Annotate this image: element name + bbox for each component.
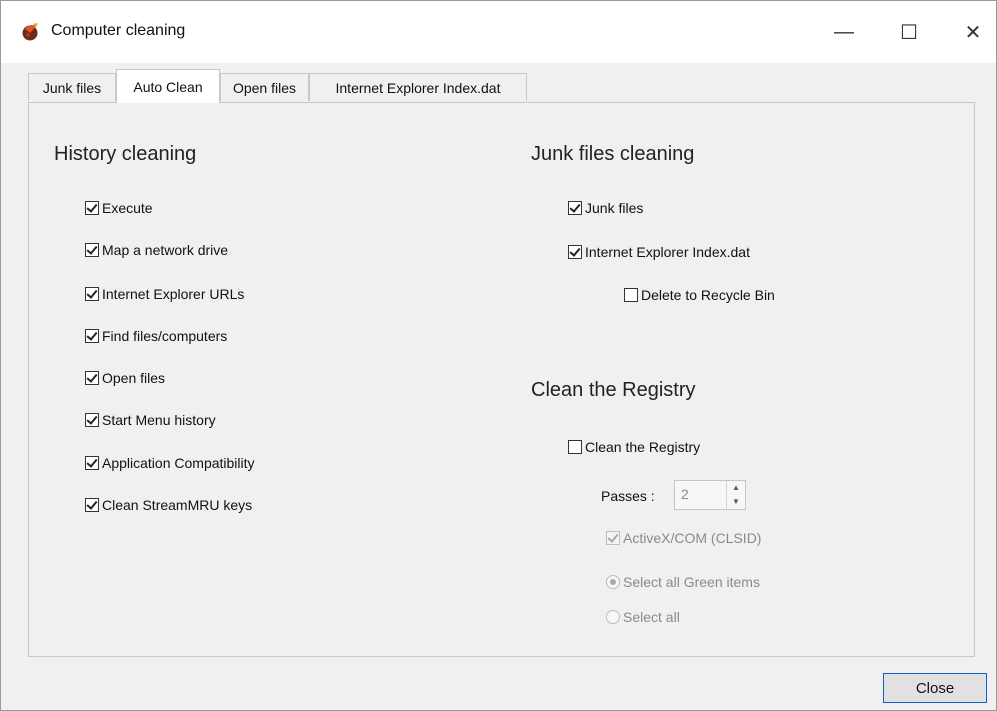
checkbox-app-compatibility[interactable]: Application Compatibility xyxy=(85,455,255,471)
checkbox-label: ActiveX/COM (CLSID) xyxy=(623,530,762,546)
checkbox-box[interactable] xyxy=(85,413,99,427)
tab-junk-files[interactable]: Junk files xyxy=(28,73,116,101)
passes-spinner[interactable]: 2 ▲ ▼ xyxy=(674,480,746,510)
passes-value[interactable]: 2 xyxy=(681,486,689,502)
checkbox-box[interactable] xyxy=(568,440,582,454)
checkbox-label: Application Compatibility xyxy=(102,455,255,471)
checkbox-ie-index-dat[interactable]: Internet Explorer Index.dat xyxy=(568,244,750,260)
app-icon xyxy=(22,23,38,41)
checkbox-box[interactable] xyxy=(85,498,99,512)
checkbox-label: Open files xyxy=(102,370,166,386)
auto-clean-panel xyxy=(28,102,975,657)
checkbox-box[interactable] xyxy=(568,201,582,215)
checkbox-open-files[interactable]: Open files xyxy=(85,370,165,386)
checkbox-activex-com[interactable]: ActiveX/COM (CLSID) xyxy=(606,530,761,546)
checkbox-ie-urls[interactable]: Internet Explorer URLs xyxy=(85,286,244,302)
tab-ie-index-dat[interactable]: Internet Explorer Index.dat xyxy=(309,73,527,101)
checkbox-streammru[interactable]: Clean StreamMRU keys xyxy=(85,497,252,513)
tab-auto-clean[interactable]: Auto Clean xyxy=(116,69,220,103)
checkbox-execute[interactable]: Execute xyxy=(85,200,153,216)
checkbox-box[interactable] xyxy=(606,531,620,545)
checkbox-box[interactable] xyxy=(85,287,99,301)
checkbox-label: Map a network drive xyxy=(102,242,229,258)
radio-select-green[interactable]: Select all Green items xyxy=(606,574,760,590)
radio-button[interactable] xyxy=(606,610,620,624)
checkbox-delete-recycle-bin[interactable]: Delete to Recycle Bin xyxy=(624,287,775,303)
close-icon: ✕ xyxy=(964,21,982,44)
checkbox-label: Execute xyxy=(102,200,153,216)
minimize-icon: — xyxy=(834,20,854,43)
tab-open-files[interactable]: Open files xyxy=(220,73,309,101)
checkbox-box[interactable] xyxy=(85,329,99,343)
checkbox-start-menu-history[interactable]: Start Menu history xyxy=(85,412,216,428)
checkbox-label: Find files/computers xyxy=(102,328,228,344)
title-bar[interactable]: Computer cleaning — ☐ ✕ xyxy=(1,1,996,63)
checkbox-box[interactable] xyxy=(568,245,582,259)
close-window-button[interactable]: ✕ xyxy=(950,15,996,49)
maximize-icon: ☐ xyxy=(900,21,918,44)
checkbox-label: Clean the Registry xyxy=(585,439,701,455)
spin-down-icon[interactable]: ▼ xyxy=(726,495,745,509)
passes-label: Passes : xyxy=(601,488,655,504)
checkbox-junk-files[interactable]: Junk files xyxy=(568,200,643,216)
junk-cleaning-heading: Junk files cleaning xyxy=(531,143,695,165)
history-cleaning-heading: History cleaning xyxy=(54,143,197,165)
checkbox-find-files[interactable]: Find files/computers xyxy=(85,328,227,344)
checkbox-box[interactable] xyxy=(85,371,99,385)
checkbox-box[interactable] xyxy=(624,288,638,302)
checkbox-label: Junk files xyxy=(585,200,644,216)
window-title: Computer cleaning xyxy=(51,22,186,39)
checkbox-box[interactable] xyxy=(85,201,99,215)
close-button[interactable]: Close xyxy=(883,673,987,703)
checkbox-label: Internet Explorer URLs xyxy=(102,286,245,302)
radio-label: Select all Green items xyxy=(623,574,760,590)
checkbox-map-network-drive[interactable]: Map a network drive xyxy=(85,242,228,258)
checkbox-label: Clean StreamMRU keys xyxy=(102,497,253,513)
checkbox-label: Delete to Recycle Bin xyxy=(641,287,775,303)
registry-heading: Clean the Registry xyxy=(531,379,696,401)
radio-button[interactable] xyxy=(606,575,620,589)
spin-up-icon[interactable]: ▲ xyxy=(726,481,745,495)
checkbox-clean-registry[interactable]: Clean the Registry xyxy=(568,439,700,455)
checkbox-label: Start Menu history xyxy=(102,412,216,428)
checkbox-box[interactable] xyxy=(85,456,99,470)
checkbox-label: Internet Explorer Index.dat xyxy=(585,244,750,260)
radio-select-all[interactable]: Select all xyxy=(606,609,680,625)
minimize-button[interactable]: — xyxy=(821,15,867,49)
main-window: Computer cleaning — ☐ ✕ Junk files Auto … xyxy=(0,0,997,711)
radio-label: Select all xyxy=(623,609,680,625)
checkbox-box[interactable] xyxy=(85,243,99,257)
maximize-button[interactable]: ☐ xyxy=(886,15,932,49)
